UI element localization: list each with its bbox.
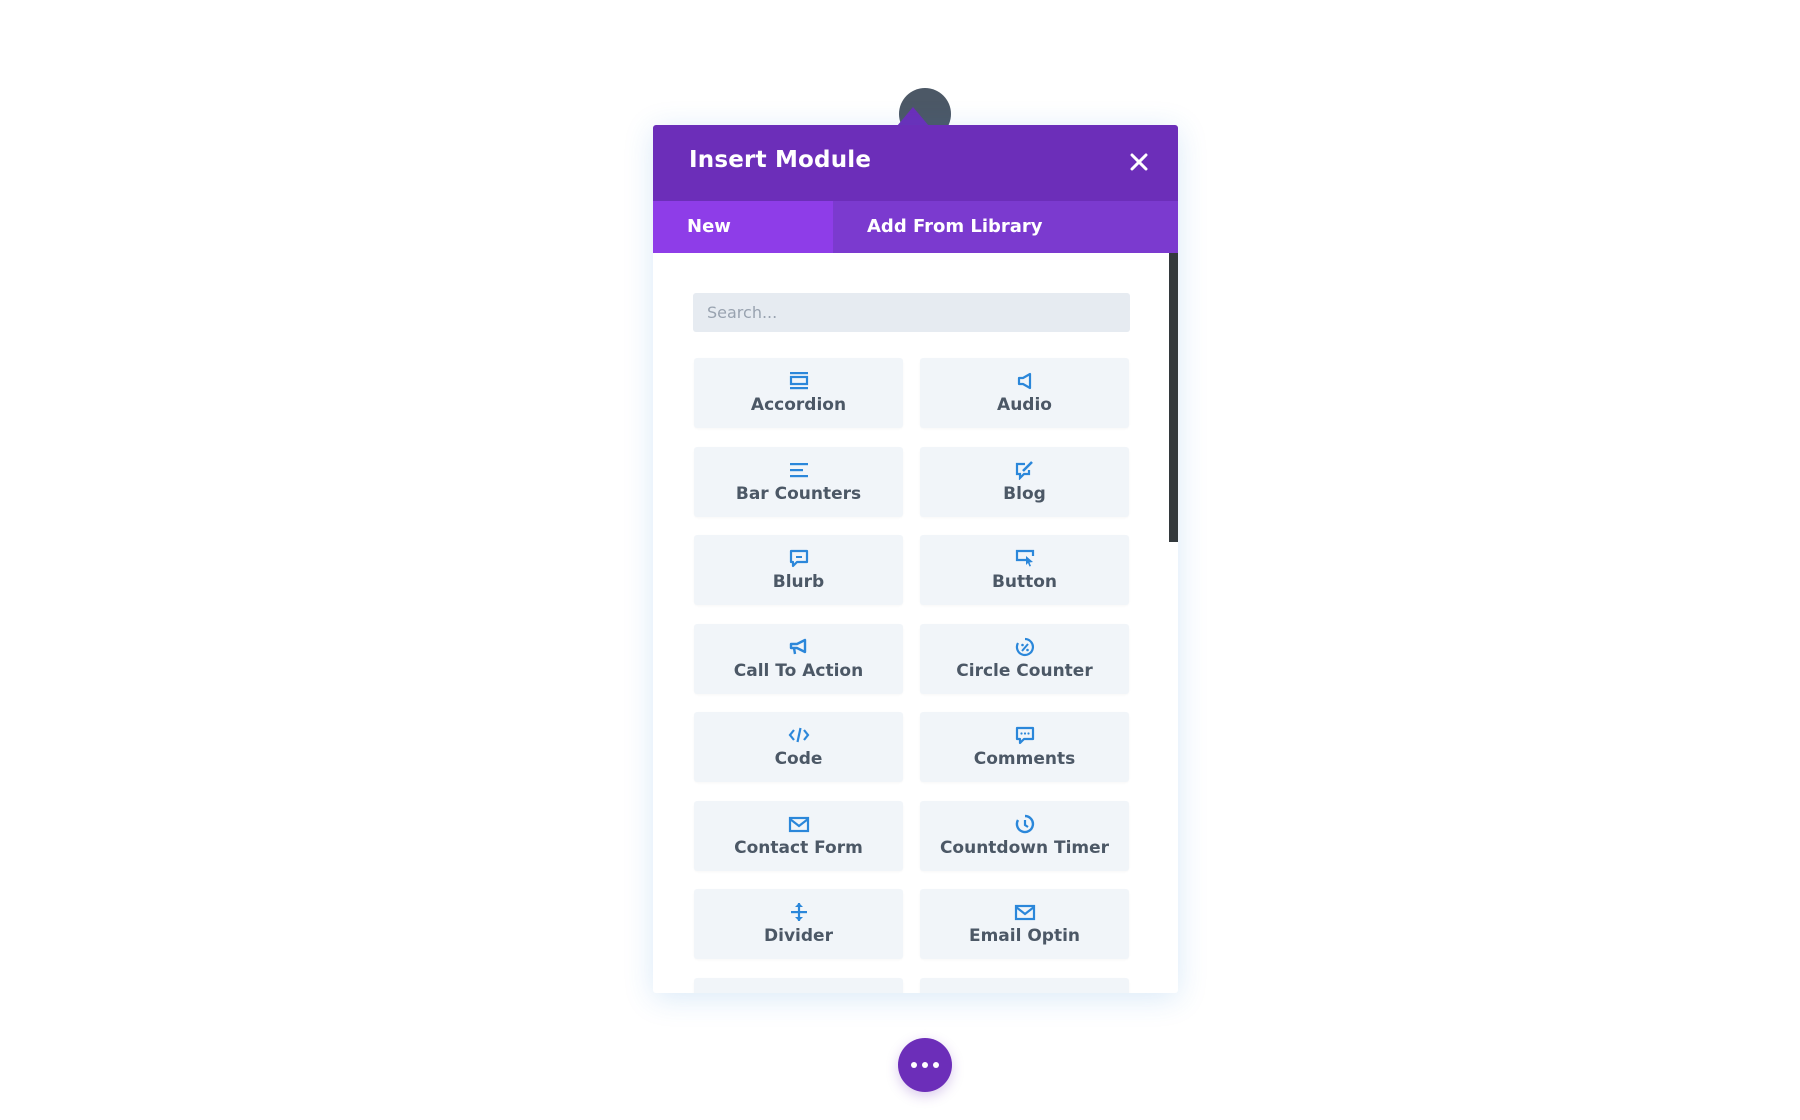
percent-circle-icon bbox=[1014, 637, 1036, 657]
clock-icon bbox=[1014, 814, 1036, 834]
speaker-icon bbox=[1014, 371, 1036, 391]
megaphone-icon bbox=[788, 637, 810, 657]
module-card-code[interactable]: Code bbox=[694, 712, 903, 782]
close-button[interactable] bbox=[1120, 143, 1158, 181]
modal-pointer-arrow bbox=[897, 107, 929, 126]
more-dots-icon bbox=[933, 1062, 939, 1068]
module-card-blurb[interactable]: Blurb bbox=[694, 535, 903, 605]
module-card-accordion[interactable]: Accordion bbox=[694, 358, 903, 428]
tab-add-from-library[interactable]: Add From Library bbox=[833, 201, 1077, 253]
edit-comment-icon bbox=[1014, 460, 1036, 481]
accordion-icon bbox=[788, 371, 810, 391]
bars-icon bbox=[788, 460, 810, 480]
modal-title: Insert Module bbox=[689, 147, 872, 173]
scrollbar[interactable] bbox=[1169, 253, 1178, 542]
module-card-contact-form[interactable]: Contact Form bbox=[694, 800, 903, 871]
module-label: Email Optin bbox=[968, 926, 1081, 946]
module-label: Audio bbox=[997, 395, 1052, 415]
module-card-circle-counter[interactable]: Circle Counter bbox=[920, 623, 1129, 694]
chat-box-icon bbox=[788, 548, 810, 568]
module-label: Countdown Timer bbox=[939, 837, 1110, 858]
module-card-bar-counters[interactable]: Bar Counters bbox=[694, 446, 903, 517]
module-label: Blurb bbox=[772, 572, 825, 592]
more-dots-icon bbox=[922, 1062, 928, 1068]
module-label: Accordion bbox=[750, 395, 847, 415]
module-label: Call To Action bbox=[733, 660, 864, 681]
module-card-countdown-timer[interactable]: Countdown Timer bbox=[920, 800, 1129, 871]
module-card-partial-15[interactable] bbox=[920, 977, 1129, 994]
more-options-button[interactable] bbox=[898, 1038, 952, 1092]
envelope-icon bbox=[788, 814, 810, 834]
more-dots-icon bbox=[911, 1062, 917, 1068]
modal-tabs: New Module Add From Library bbox=[653, 201, 1178, 289]
module-card-audio[interactable]: Audio bbox=[920, 358, 1129, 428]
module-card-email-optin[interactable]: Email Optin bbox=[920, 889, 1129, 959]
module-label: Button bbox=[991, 572, 1058, 592]
module-label: Contact Form bbox=[734, 837, 863, 858]
code-icon bbox=[788, 725, 810, 745]
module-card-call-to-action[interactable]: Call To Action bbox=[694, 623, 903, 694]
cursor-button-icon bbox=[1014, 548, 1036, 568]
search-input[interactable] bbox=[693, 293, 1130, 332]
line-icon bbox=[1014, 991, 1036, 994]
grid-icon bbox=[788, 991, 810, 994]
module-label: Bar Counters bbox=[735, 483, 862, 504]
vertical-arrows-icon bbox=[788, 902, 810, 922]
module-card-divider[interactable]: Divider bbox=[694, 889, 903, 959]
module-label: Blog bbox=[1003, 483, 1046, 504]
close-icon bbox=[1130, 153, 1148, 171]
module-card-button[interactable]: Button bbox=[920, 535, 1129, 605]
module-label: Comments bbox=[973, 749, 1076, 769]
module-card-comments[interactable]: Comments bbox=[920, 712, 1129, 782]
module-card-blog[interactable]: Blog bbox=[920, 446, 1129, 517]
tab-new-module[interactable]: New Module bbox=[653, 201, 833, 289]
module-label: Code bbox=[774, 749, 823, 769]
module-label: Circle Counter bbox=[956, 660, 1093, 681]
module-card-partial-14[interactable] bbox=[694, 977, 903, 994]
insert-module-modal: Insert Module New Module Add From Librar… bbox=[653, 125, 1178, 993]
modal-header: Insert Module bbox=[653, 125, 1178, 201]
envelope-icon bbox=[1014, 902, 1036, 922]
module-list-area: Accordion Audio Bar Counters Blog Blurb Butto… bbox=[653, 253, 1178, 993]
comment-dots-icon bbox=[1014, 725, 1036, 745]
module-label: Divider bbox=[764, 926, 833, 946]
